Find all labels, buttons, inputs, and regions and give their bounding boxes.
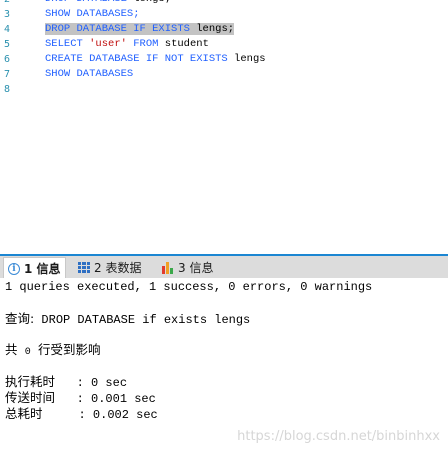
- info-chart-icon: [162, 261, 174, 274]
- code-text: SELECT 'user' FROM student: [45, 37, 209, 52]
- tab-table-data-2[interactable]: 2 表数据: [78, 257, 141, 278]
- sql-editor[interactable]: 2 DROP DATABASE lengs; 3 SHOW DATABASES; 4 DR…: [0, 0, 448, 254]
- editor-line[interactable]: 8: [0, 82, 448, 97]
- transfer-time-line: 传送时间 : 0.001 sec: [5, 390, 156, 407]
- info-icon: i: [8, 262, 20, 275]
- rows-suffix: 行受到影响: [37, 342, 101, 357]
- code-token: SHOW DATABASES;: [45, 8, 140, 20]
- code-text: SHOW DATABASES;: [45, 7, 140, 22]
- total-time-value: : 0.002 sec: [42, 408, 158, 422]
- code-token: FROM: [133, 38, 159, 50]
- code-text: CREATE DATABASE IF NOT EXISTS lengs: [45, 52, 266, 67]
- table-grid-icon: [78, 261, 90, 274]
- code-token: DROP DATABASE IF EXISTS: [45, 23, 190, 35]
- code-token: 'user': [89, 38, 127, 50]
- rows-prefix: 共: [5, 342, 18, 357]
- exec-time-line: 执行耗时 : 0 sec: [5, 374, 127, 391]
- tab-messages-1[interactable]: i 1 信息: [3, 257, 66, 279]
- query-text: DROP DATABASE if exists lengs: [34, 313, 251, 327]
- code-token: lengs;: [189, 23, 235, 35]
- tab-label: 信息: [36, 262, 61, 276]
- rows-count: 0: [24, 347, 31, 358]
- transfer-time-label: 传送时间: [5, 390, 56, 405]
- tab-label: 信息: [189, 261, 214, 275]
- affected-rows-line: 共 0 行受到影响: [5, 342, 100, 361]
- line-number: 4: [4, 24, 11, 35]
- total-time-line: 总耗时 : 0.002 sec: [5, 406, 158, 423]
- watermark: https://blog.csdn.net/binbinhxx: [237, 429, 440, 444]
- tab-label: 表数据: [105, 261, 142, 275]
- tab-number: 3: [178, 261, 186, 275]
- editor-line[interactable]: 5 SELECT 'user' FROM student: [0, 37, 448, 52]
- line-number: 8: [4, 84, 11, 95]
- line-number: 6: [4, 54, 11, 65]
- editor-line[interactable]: 3 SHOW DATABASES;: [0, 7, 448, 22]
- result-tab-bar: i 1 信息 2 表数据 3 信息: [0, 254, 448, 279]
- code-text: DROP DATABASE lengs;: [45, 0, 171, 7]
- tab-number: 2: [94, 261, 102, 275]
- editor-line[interactable]: 7 SHOW DATABASES: [0, 67, 448, 82]
- code-text: DROP DATABASE IF EXISTS lengs;: [45, 22, 235, 37]
- code-token: lengs: [227, 53, 266, 65]
- query-line: 查询: DROP DATABASE if exists lengs: [5, 311, 250, 328]
- total-time-label: 总耗时: [5, 406, 43, 421]
- code-token: lengs;: [127, 0, 171, 5]
- editor-line[interactable]: 4 DROP DATABASE IF EXISTS lengs;: [0, 22, 448, 37]
- code-text: SHOW DATABASES: [45, 67, 133, 82]
- message-output-panel[interactable]: 1 queries executed, 1 success, 0 errors,…: [0, 278, 448, 450]
- transfer-time-value: : 0.001 sec: [55, 392, 156, 406]
- exec-time-label: 执行耗时: [5, 374, 56, 389]
- code-token: SELECT: [45, 38, 83, 50]
- editor-line[interactable]: 6 CREATE DATABASE IF NOT EXISTS lengs: [0, 52, 448, 67]
- line-number: 7: [4, 69, 11, 80]
- line-number: 5: [4, 39, 11, 50]
- line-number: 2: [4, 0, 24, 7]
- exec-time-value: : 0 sec: [55, 376, 128, 390]
- editor-line[interactable]: 2 DROP DATABASE lengs;: [0, 0, 448, 7]
- code-token: SHOW DATABASES: [45, 68, 134, 80]
- execution-summary: 1 queries executed, 1 success, 0 errors,…: [5, 280, 373, 294]
- tab-number: 1: [24, 262, 33, 276]
- code-token: DROP DATABASE: [45, 0, 127, 5]
- code-token: CREATE DATABASE IF NOT EXISTS: [45, 53, 228, 65]
- line-number: 3: [4, 9, 11, 20]
- code-token: student: [158, 38, 209, 50]
- tab-messages-3[interactable]: 3 信息: [162, 257, 213, 278]
- query-label: 查询:: [5, 311, 35, 326]
